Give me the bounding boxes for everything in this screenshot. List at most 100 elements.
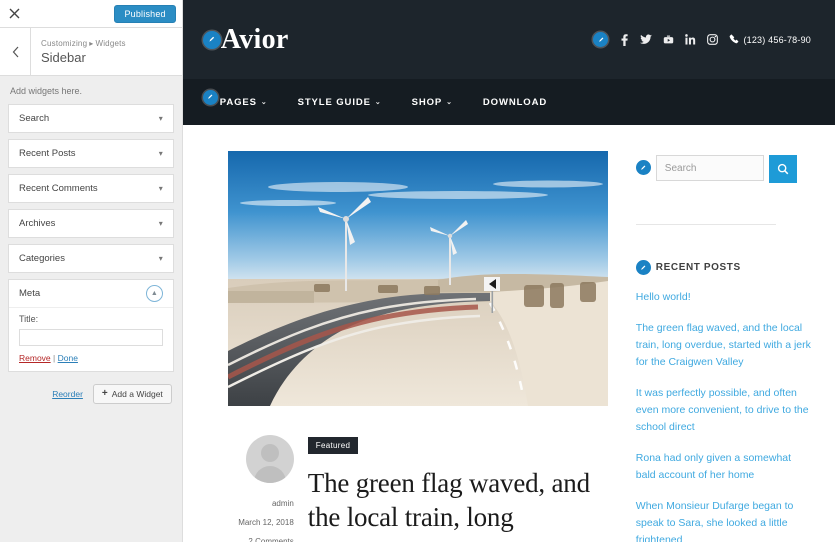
widget-title: Recent Posts: [19, 148, 76, 159]
youtube-icon[interactable]: [663, 34, 674, 45]
primary-navigation: PAGES ⌄ STYLE GUIDE ⌄ SHOP ⌄ DOWNLOAD: [182, 79, 835, 125]
widget-item-categories[interactable]: Categories ▾: [8, 244, 174, 273]
widget-header[interactable]: Search ▾: [9, 105, 173, 132]
chevron-down-icon[interactable]: ▾: [159, 114, 163, 123]
done-link[interactable]: Done: [58, 353, 78, 363]
chevron-down-icon[interactable]: ▾: [159, 149, 163, 158]
list-item[interactable]: It was perfectly possible, and often eve…: [636, 385, 812, 436]
widget-title: Archives: [19, 218, 56, 229]
list-item[interactable]: Hello world!: [636, 289, 812, 306]
chevron-up-icon[interactable]: ▲: [145, 285, 163, 302]
header-social-area: (123) 456-78-90: [593, 32, 811, 47]
post-comments-count[interactable]: 2 Comments: [228, 535, 293, 542]
action-separator: |: [53, 352, 56, 363]
widget-heading-text: RECENT POSTS: [655, 262, 741, 273]
widget-item-meta[interactable]: Meta ▲ Title: Remove | Done: [8, 279, 174, 372]
nav-item-download[interactable]: DOWNLOAD: [483, 97, 547, 108]
avatar-body: [253, 466, 286, 483]
pencil-edit-icon[interactable]: [202, 30, 221, 49]
post-header: admin March 12, 2018 2 Comments Featured…: [228, 435, 608, 542]
publish-button[interactable]: Published: [114, 4, 176, 23]
site-header: Avior (123) 456-78-90: [182, 0, 835, 79]
nav-label: DOWNLOAD: [482, 96, 548, 108]
list-item[interactable]: The green flag waved, and the local trai…: [636, 320, 812, 371]
widget-divider: [635, 224, 776, 225]
post-title[interactable]: The green flag waved, and the local trai…: [308, 466, 608, 534]
widget-item-recent-posts[interactable]: Recent Posts ▾: [8, 139, 174, 168]
search-input[interactable]: Search: [655, 155, 764, 181]
phone-number[interactable]: (123) 456-78-90: [729, 34, 811, 46]
list-item[interactable]: Rona had only given a somewhat bald acco…: [636, 450, 812, 484]
recent-posts-list: Hello world! The green flag waved, and t…: [636, 289, 812, 542]
widget-actions: Remove | Done: [19, 353, 163, 363]
customizer-screen: Published Customizing ▸ Widgets Sidebar Ad…: [0, 0, 835, 542]
add-widget-button[interactable]: + Add a Widget: [92, 383, 172, 404]
widget-title: Recent Comments: [19, 183, 98, 194]
widget-title: Meta: [19, 288, 41, 299]
widget-header[interactable]: Recent Comments ▾: [9, 175, 173, 202]
title-input[interactable]: [19, 328, 163, 346]
post-meta: admin March 12, 2018 2 Comments: [228, 435, 308, 542]
sidebar-widgets: Search RECENT POSTS Hello world! The gre…: [635, 151, 812, 542]
search-submit-button[interactable]: [768, 155, 797, 183]
nav-item-style-guide[interactable]: STYLE GUIDE ⌄: [298, 97, 382, 108]
customizer-panel-header: Customizing ▸ Widgets Sidebar: [0, 28, 182, 76]
chevron-down-icon: ⌄: [446, 99, 453, 106]
site-preview: Avior (123) 456-78-90 PAGES ⌄ STYLE GUID…: [182, 0, 835, 542]
title-field-label: Title:: [19, 314, 39, 324]
back-chevron-icon[interactable]: [0, 28, 31, 75]
page-title: Sidebar: [41, 49, 86, 65]
search-widget: Search: [635, 155, 812, 183]
chevron-down-icon[interactable]: ▾: [159, 184, 163, 193]
post-date: March 12, 2018: [238, 518, 294, 527]
widget-item-archives[interactable]: Archives ▾: [8, 209, 174, 238]
widget-item-recent-comments[interactable]: Recent Comments ▾: [8, 174, 174, 203]
add-widgets-hint: Add widgets here.: [10, 86, 83, 96]
phone-icon: [729, 34, 739, 46]
pencil-edit-icon[interactable]: [635, 160, 651, 175]
nav-label: STYLE GUIDE: [297, 96, 371, 108]
customizer-topbar: Published: [0, 0, 182, 28]
chevron-down-icon[interactable]: ▾: [159, 219, 163, 228]
customizer-titles: Customizing ▸ Widgets Sidebar: [31, 38, 126, 66]
breadcrumb-root: Customizing: [41, 38, 88, 48]
chevron-down-icon[interactable]: ▾: [159, 254, 163, 263]
nav-item-pages[interactable]: PAGES ⌄: [220, 97, 268, 108]
reorder-link[interactable]: Reorder: [52, 389, 83, 399]
post-author: admin: [271, 499, 294, 508]
widget-header[interactable]: Meta ▲: [9, 280, 173, 307]
main-column: admin March 12, 2018 2 Comments Featured…: [227, 151, 608, 542]
list-item[interactable]: When Monsieur Dufarge began to speak to …: [636, 498, 812, 542]
widget-header[interactable]: Archives ▾: [9, 210, 173, 237]
remove-link[interactable]: Remove: [19, 353, 51, 363]
nav-item-shop[interactable]: SHOP ⌄: [412, 97, 453, 108]
widget-title: Categories: [19, 253, 65, 264]
post-body: Featured The green flag waved, and the l…: [307, 435, 608, 542]
widget-header[interactable]: Categories ▾: [9, 245, 173, 272]
site-branding[interactable]: Avior: [202, 23, 289, 56]
twitter-icon[interactable]: [640, 34, 653, 45]
nav-label: SHOP: [411, 96, 443, 108]
phone-text: (123) 456-78-90: [743, 34, 811, 45]
landscape-illustration: [227, 151, 608, 406]
instagram-icon[interactable]: [707, 34, 719, 45]
close-icon[interactable]: [0, 0, 28, 27]
post-featured-image: [227, 151, 608, 406]
customizer-panel: Published Customizing ▸ Widgets Sidebar Ad…: [0, 0, 183, 542]
linkedin-icon[interactable]: [685, 34, 696, 45]
site-title: Avior: [220, 23, 289, 55]
page-content: admin March 12, 2018 2 Comments Featured…: [183, 125, 835, 542]
avatar: [245, 435, 294, 483]
pencil-edit-icon[interactable]: [202, 89, 218, 105]
avatar-head: [260, 444, 279, 462]
facebook-icon[interactable]: [619, 33, 629, 46]
breadcrumb-separator: ▸: [89, 38, 94, 48]
breadcrumb-section: Widgets: [95, 38, 126, 48]
chevron-down-icon: ⌄: [374, 99, 382, 106]
add-widget-label: Add a Widget: [111, 388, 163, 399]
widget-title: Search: [19, 113, 50, 124]
widget-item-search[interactable]: Search ▾: [8, 104, 174, 133]
pencil-edit-icon[interactable]: [635, 260, 651, 275]
pencil-edit-icon[interactable]: [593, 32, 609, 47]
widget-header[interactable]: Recent Posts ▾: [9, 140, 173, 167]
